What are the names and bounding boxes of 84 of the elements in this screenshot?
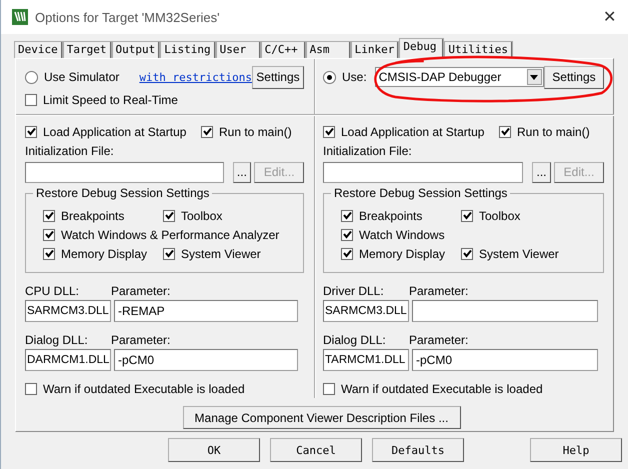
- checkbox-label: Watch Windows & Performance Analyzer: [61, 228, 280, 242]
- field-label: Initialization File:: [323, 144, 412, 158]
- parameter-field[interactable]: -REMAP: [114, 300, 298, 322]
- dll-field[interactable]: DARMCM1.DLL: [25, 349, 111, 371]
- parameter-field[interactable]: [412, 300, 598, 322]
- field-label: Initialization File:: [25, 144, 114, 158]
- checkbox-label: System Viewer: [181, 246, 261, 260]
- tab[interactable]: Target: [62, 41, 112, 58]
- tab[interactable]: Asm: [306, 41, 351, 58]
- group-title: Restore Debug Session Settings: [33, 186, 212, 200]
- field-label: Parameter:: [111, 333, 170, 347]
- checkbox[interactable]: [323, 382, 335, 394]
- checkbox-label: Toolbox: [181, 208, 222, 222]
- checkbox-label: Memory Display: [61, 246, 148, 260]
- field-label: Driver DLL:: [323, 284, 385, 298]
- tab[interactable]: Debug: [399, 38, 444, 58]
- checkbox-label: Run to main(): [219, 124, 292, 138]
- checkbox[interactable]: [201, 126, 213, 138]
- checkbox-label: System Viewer: [479, 246, 559, 260]
- settings-button[interactable]: Settings: [252, 66, 304, 88]
- close-button[interactable]: ✕: [603, 7, 616, 27]
- checkbox-label: Load Application at Startup: [341, 124, 484, 138]
- field-label: Parameter:: [409, 333, 468, 347]
- checkbox[interactable]: [25, 94, 37, 106]
- group-title: Restore Debug Session Settings: [331, 186, 510, 200]
- init-file-field[interactable]: [25, 162, 224, 182]
- checkbox[interactable]: [499, 126, 511, 138]
- checkbox[interactable]: [341, 248, 353, 260]
- dialog-button[interactable]: Help: [530, 438, 622, 462]
- dll-field[interactable]: SARMCM3.DLL: [25, 300, 111, 322]
- field-label: Dialog DLL:: [323, 333, 387, 347]
- field-label: Parameter:: [409, 284, 468, 298]
- field-label: Parameter:: [111, 284, 170, 298]
- app-icon: [12, 9, 28, 25]
- checkbox-label: Toolbox: [479, 208, 520, 222]
- checkbox[interactable]: [25, 382, 37, 394]
- checkbox[interactable]: [461, 210, 473, 222]
- radio-button[interactable]: [323, 70, 336, 84]
- dll-field[interactable]: SARMCM3.DLL: [323, 300, 409, 322]
- checkbox[interactable]: [25, 126, 37, 138]
- browse-button[interactable]: ...: [232, 162, 252, 182]
- caret-icon: [530, 74, 538, 80]
- window-title: Options for Target 'MM32Series': [35, 10, 220, 24]
- checkbox[interactable]: [341, 228, 353, 240]
- checkbox-label: Warn if outdated Executable is loaded: [43, 382, 245, 396]
- checkbox-label: Watch Windows: [359, 228, 445, 242]
- debugger-dropdown[interactable]: CMSIS-DAP Debugger: [374, 67, 544, 87]
- tab[interactable]: Output: [112, 41, 160, 58]
- dialog-button[interactable]: Defaults: [372, 438, 464, 462]
- init-file-field[interactable]: [323, 162, 523, 182]
- checkbox-label: Warn if outdated Executable is loaded: [341, 382, 543, 396]
- dialog-button[interactable]: Cancel: [270, 438, 362, 462]
- browse-button[interactable]: ...: [532, 162, 551, 182]
- tab[interactable]: Listing: [160, 41, 216, 58]
- checkbox[interactable]: [43, 228, 55, 240]
- checkbox[interactable]: [163, 248, 175, 260]
- checkbox-label: Run to main(): [517, 124, 590, 138]
- parameter-field[interactable]: -pCM0: [114, 349, 298, 371]
- settings-button[interactable]: Settings: [544, 66, 604, 88]
- checkbox[interactable]: [163, 210, 175, 222]
- checkbox-label: Load Application at Startup: [43, 124, 186, 138]
- checkbox[interactable]: [323, 126, 335, 138]
- checkbox-label: Memory Display: [359, 246, 446, 260]
- manage-button[interactable]: Manage Component Viewer Description Files ...: [182, 406, 460, 429]
- field-label: CPU DLL:: [25, 284, 80, 298]
- field-label: Dialog DLL:: [25, 333, 89, 347]
- checkbox-label: Breakpoints: [61, 208, 124, 222]
- dialog-button[interactable]: OK: [168, 438, 260, 462]
- checkbox[interactable]: [341, 210, 353, 222]
- radio-button[interactable]: [25, 70, 38, 84]
- tab[interactable]: Linker: [350, 41, 400, 58]
- checkbox-label: Breakpoints: [359, 208, 422, 222]
- parameter-field[interactable]: -pCM0: [412, 349, 598, 371]
- tab[interactable]: User: [216, 41, 261, 58]
- checkbox[interactable]: [461, 248, 473, 260]
- radio-label: Use Simulator: [44, 70, 120, 84]
- checkbox[interactable]: [43, 248, 55, 260]
- radio-label: Use:: [342, 70, 367, 84]
- checkbox[interactable]: [43, 210, 55, 222]
- restrictions-link[interactable]: with restrictions: [139, 70, 252, 84]
- tab[interactable]: Device: [14, 41, 63, 58]
- checkbox-label: Limit Speed to Real-Time: [43, 93, 178, 107]
- dll-field[interactable]: TARMCM1.DLL: [323, 349, 409, 371]
- tab[interactable]: C/C++: [260, 41, 306, 58]
